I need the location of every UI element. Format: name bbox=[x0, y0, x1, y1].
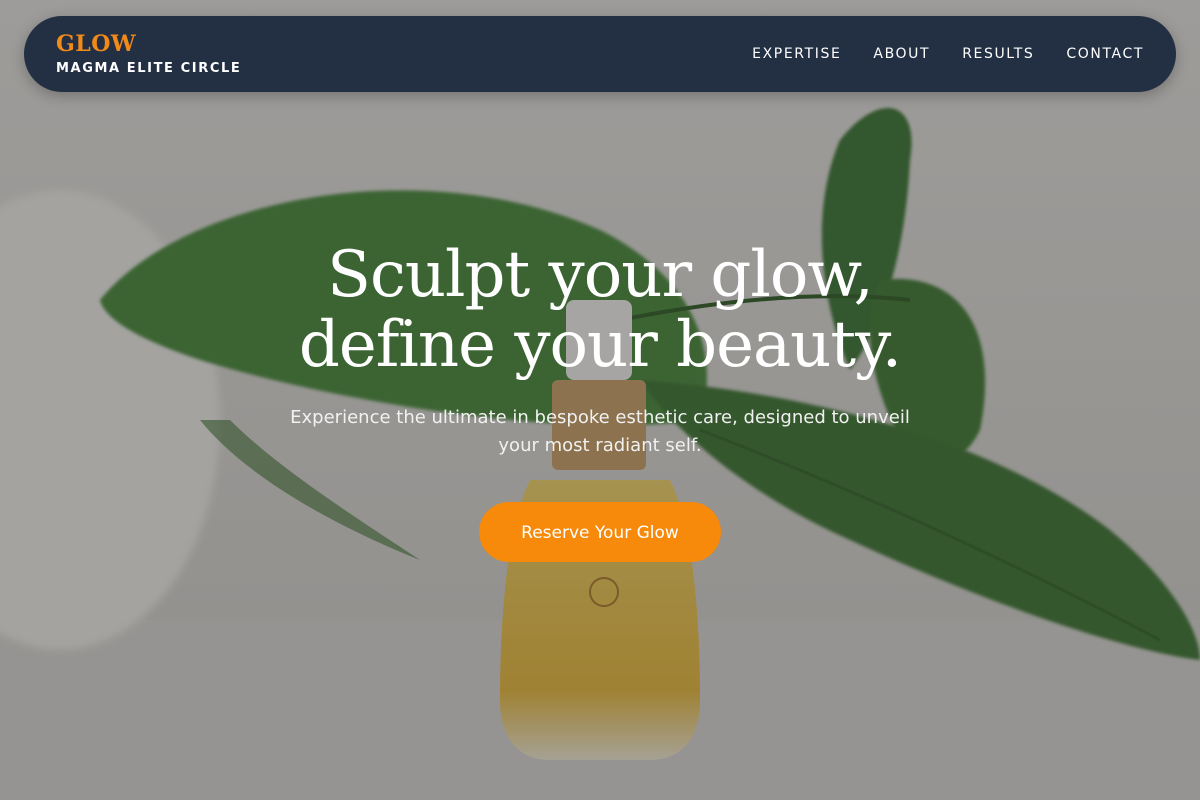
brand-subtitle: MAGMA ELITE CIRCLE bbox=[56, 61, 242, 76]
nav-link-expertise[interactable]: EXPERTISE bbox=[752, 46, 841, 62]
nav-link-results[interactable]: RESULTS bbox=[962, 46, 1034, 62]
brand-title: GLOW bbox=[56, 31, 137, 57]
nav-link-about[interactable]: ABOUT bbox=[873, 46, 930, 62]
nav-link-contact[interactable]: CONTACT bbox=[1066, 46, 1144, 62]
brand-logo[interactable]: GLOW MAGMA ELITE CIRCLE bbox=[56, 30, 241, 78]
hero-headline: Sculpt your glow, define your beauty. bbox=[150, 240, 1050, 380]
top-navbar: GLOW MAGMA ELITE CIRCLE EXPERTISE ABOUT … bbox=[24, 16, 1176, 92]
hero-section: GLOW MAGMA ELITE CIRCLE EXPERTISE ABOUT … bbox=[0, 0, 1200, 800]
nav-links: EXPERTISE ABOUT RESULTS CONTACT bbox=[752, 16, 1144, 92]
hero-subtext: Experience the ultimate in bespoke esthe… bbox=[290, 407, 910, 456]
reserve-glow-button[interactable]: Reserve Your Glow bbox=[479, 502, 721, 562]
hero-headline-line-1: Sculpt your glow, bbox=[327, 238, 874, 312]
hero-content: Sculpt your glow, define your beauty. Ex… bbox=[0, 240, 1200, 562]
hero-headline-line-2: define your beauty. bbox=[298, 308, 902, 382]
